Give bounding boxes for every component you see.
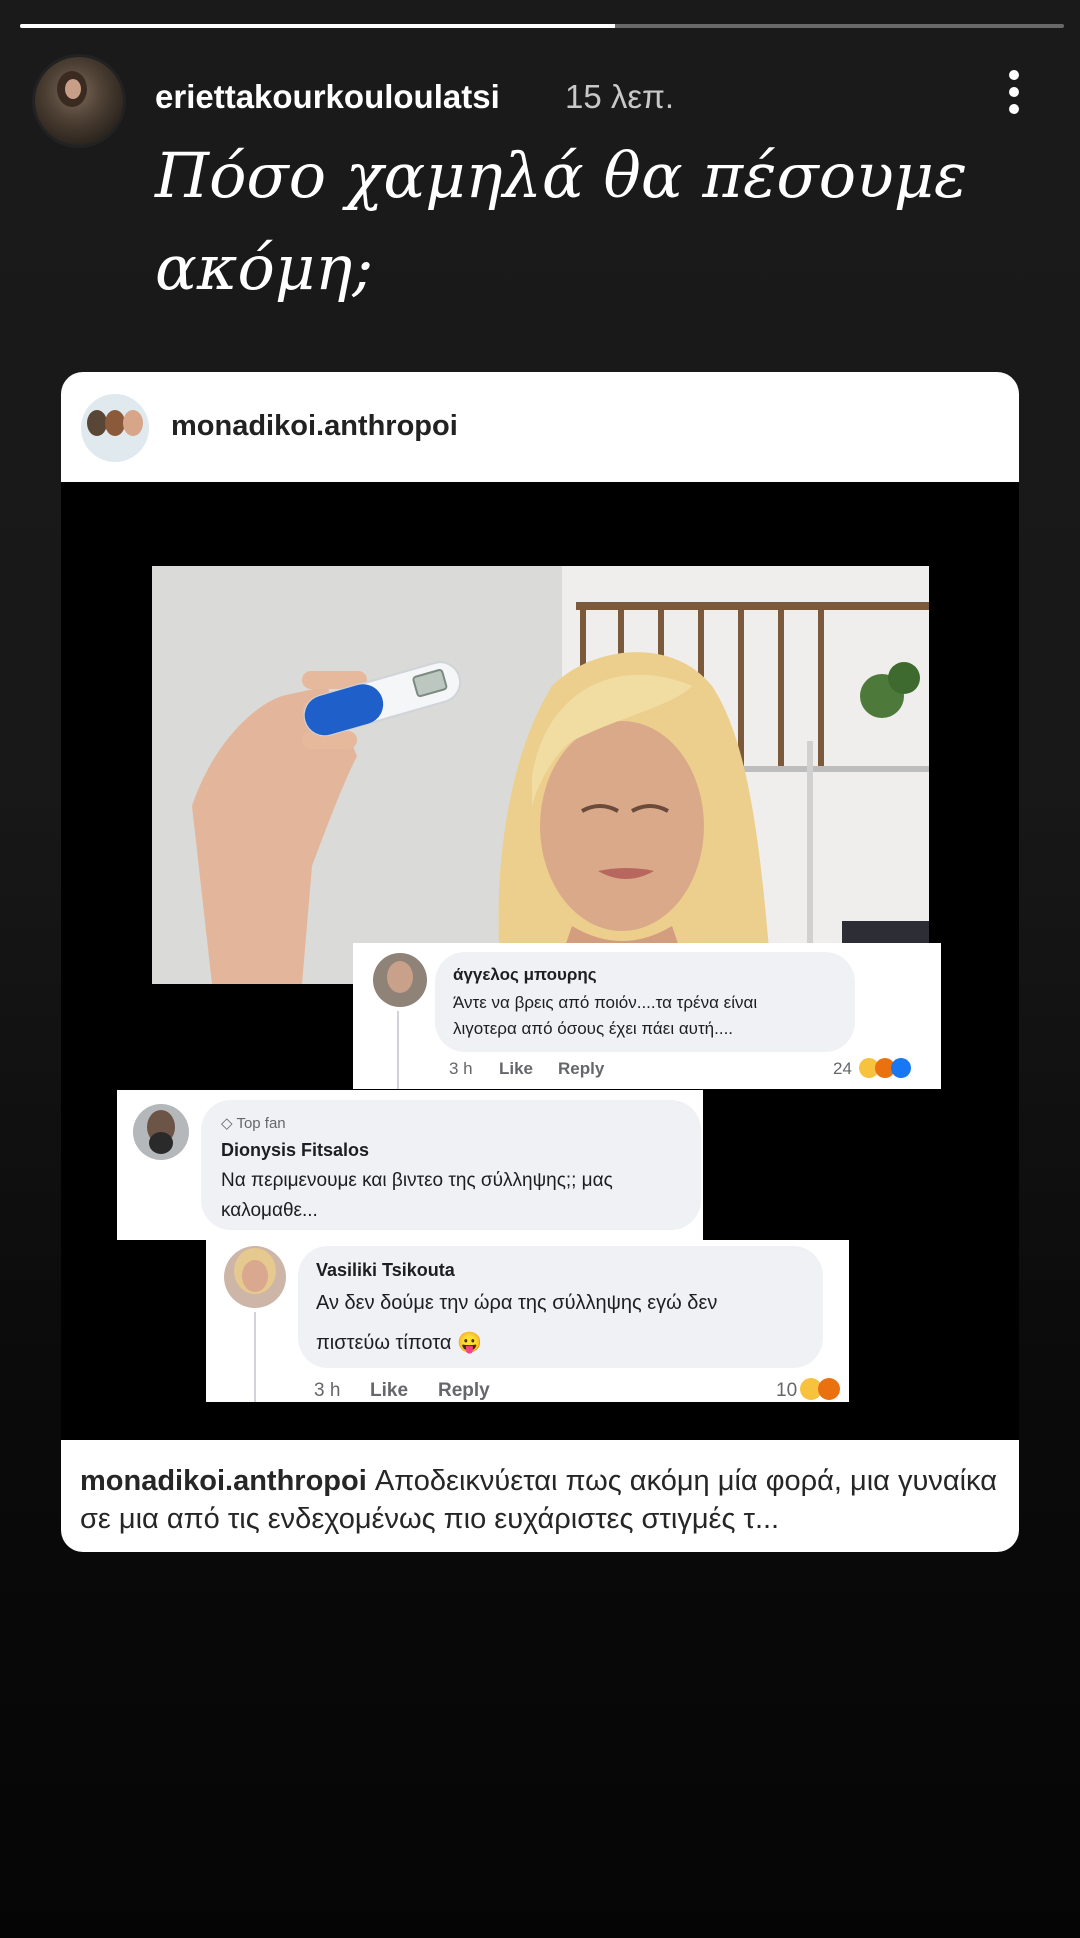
avatar-face <box>65 79 81 99</box>
comment-like-link[interactable]: Like <box>370 1380 408 1402</box>
photo-illustration <box>152 566 929 984</box>
more-options-icon[interactable] <box>1004 70 1024 120</box>
reaction-count: 24 <box>833 1059 852 1078</box>
story-caption-text: Πόσο χαμηλά θα πέσουμε ακόμη; <box>155 139 968 304</box>
story-progress-bar <box>20 24 1064 28</box>
post-author-username[interactable]: monadikoi.anthropoi <box>171 410 458 443</box>
shared-post-caption: monadikoi.anthropoi Αποδεικνύεται πως ακ… <box>61 1440 1019 1552</box>
diamond-icon: ◇ <box>221 1115 237 1132</box>
caption-text-block: monadikoi.anthropoi Αποδεικνύεται πως ακ… <box>80 1462 1000 1538</box>
avatar-face-3 <box>123 410 143 436</box>
comment-screenshot-1: άγγελος μπουρης Άντε να βρεις από ποιόν.… <box>353 943 941 1089</box>
comment-reply-link[interactable]: Reply <box>438 1380 490 1402</box>
story-username[interactable]: eriettakourkouloulatsi <box>155 78 500 116</box>
comment-screenshot-3: Vasiliki Tsikouta Αν δεν δούμε την ώρα τ… <box>206 1240 849 1402</box>
comment-text-line-2: καλομαθε... <box>221 1200 318 1221</box>
angry-reaction-icon <box>818 1378 840 1400</box>
comment-time: 3 h <box>449 1059 473 1078</box>
avatar-face-1 <box>87 410 107 436</box>
shared-post-card[interactable]: monadikoi.anthropoi άγγελος μπουρης Άντε… <box>61 372 1019 1552</box>
comment-author[interactable]: άγγελος μπουρης <box>453 965 597 985</box>
comment-author[interactable]: Vasiliki Tsikouta <box>316 1260 455 1281</box>
top-fan-label: Top fan <box>236 1115 286 1132</box>
story-time-ago: 15 λεπ. <box>565 78 675 115</box>
comment-reply-link[interactable]: Reply <box>558 1059 604 1079</box>
comment-time: 3 h <box>314 1380 341 1401</box>
commenter-avatar <box>373 953 427 1007</box>
thread-line <box>397 1011 399 1089</box>
story-avatar[interactable] <box>32 54 126 148</box>
comment-screenshot-2: ◇ Top fan Dionysis Fitsalos Να περιμενου… <box>117 1090 703 1240</box>
commenter-avatar <box>224 1246 286 1308</box>
top-fan-badge: ◇ Top fan <box>221 1114 286 1132</box>
comment-like-link[interactable]: Like <box>499 1059 533 1079</box>
story-progress-fill <box>20 24 616 28</box>
comment-text-line-1: Να περιμενουμε και βιντεο της σύλληψης;;… <box>221 1170 613 1191</box>
comment-text-line-2: πιστεύω τίποτα 😛 <box>316 1332 482 1354</box>
post-photo <box>152 566 929 984</box>
comment-text-line-1: Άντε να βρεις από ποιόν....τα τρένα είνα… <box>453 993 758 1012</box>
caption-username[interactable]: monadikoi.anthropoi <box>80 1465 367 1497</box>
shared-post-header: monadikoi.anthropoi <box>61 372 1019 482</box>
like-reaction-icon <box>891 1058 911 1078</box>
comment-author[interactable]: Dionysis Fitsalos <box>221 1140 369 1161</box>
reaction-count: 10 <box>776 1380 798 1401</box>
post-author-avatar[interactable] <box>81 394 149 462</box>
comment-text-line-2: λιγοτερα από όσους έχει πάει αυτή.... <box>453 1019 734 1038</box>
thread-line <box>254 1312 256 1402</box>
commenter-avatar <box>133 1104 189 1160</box>
comment-text-line-1: Αν δεν δούμε την ώρα της σύλληψης εγώ δε… <box>316 1292 718 1314</box>
avatar-face-2 <box>105 410 125 436</box>
